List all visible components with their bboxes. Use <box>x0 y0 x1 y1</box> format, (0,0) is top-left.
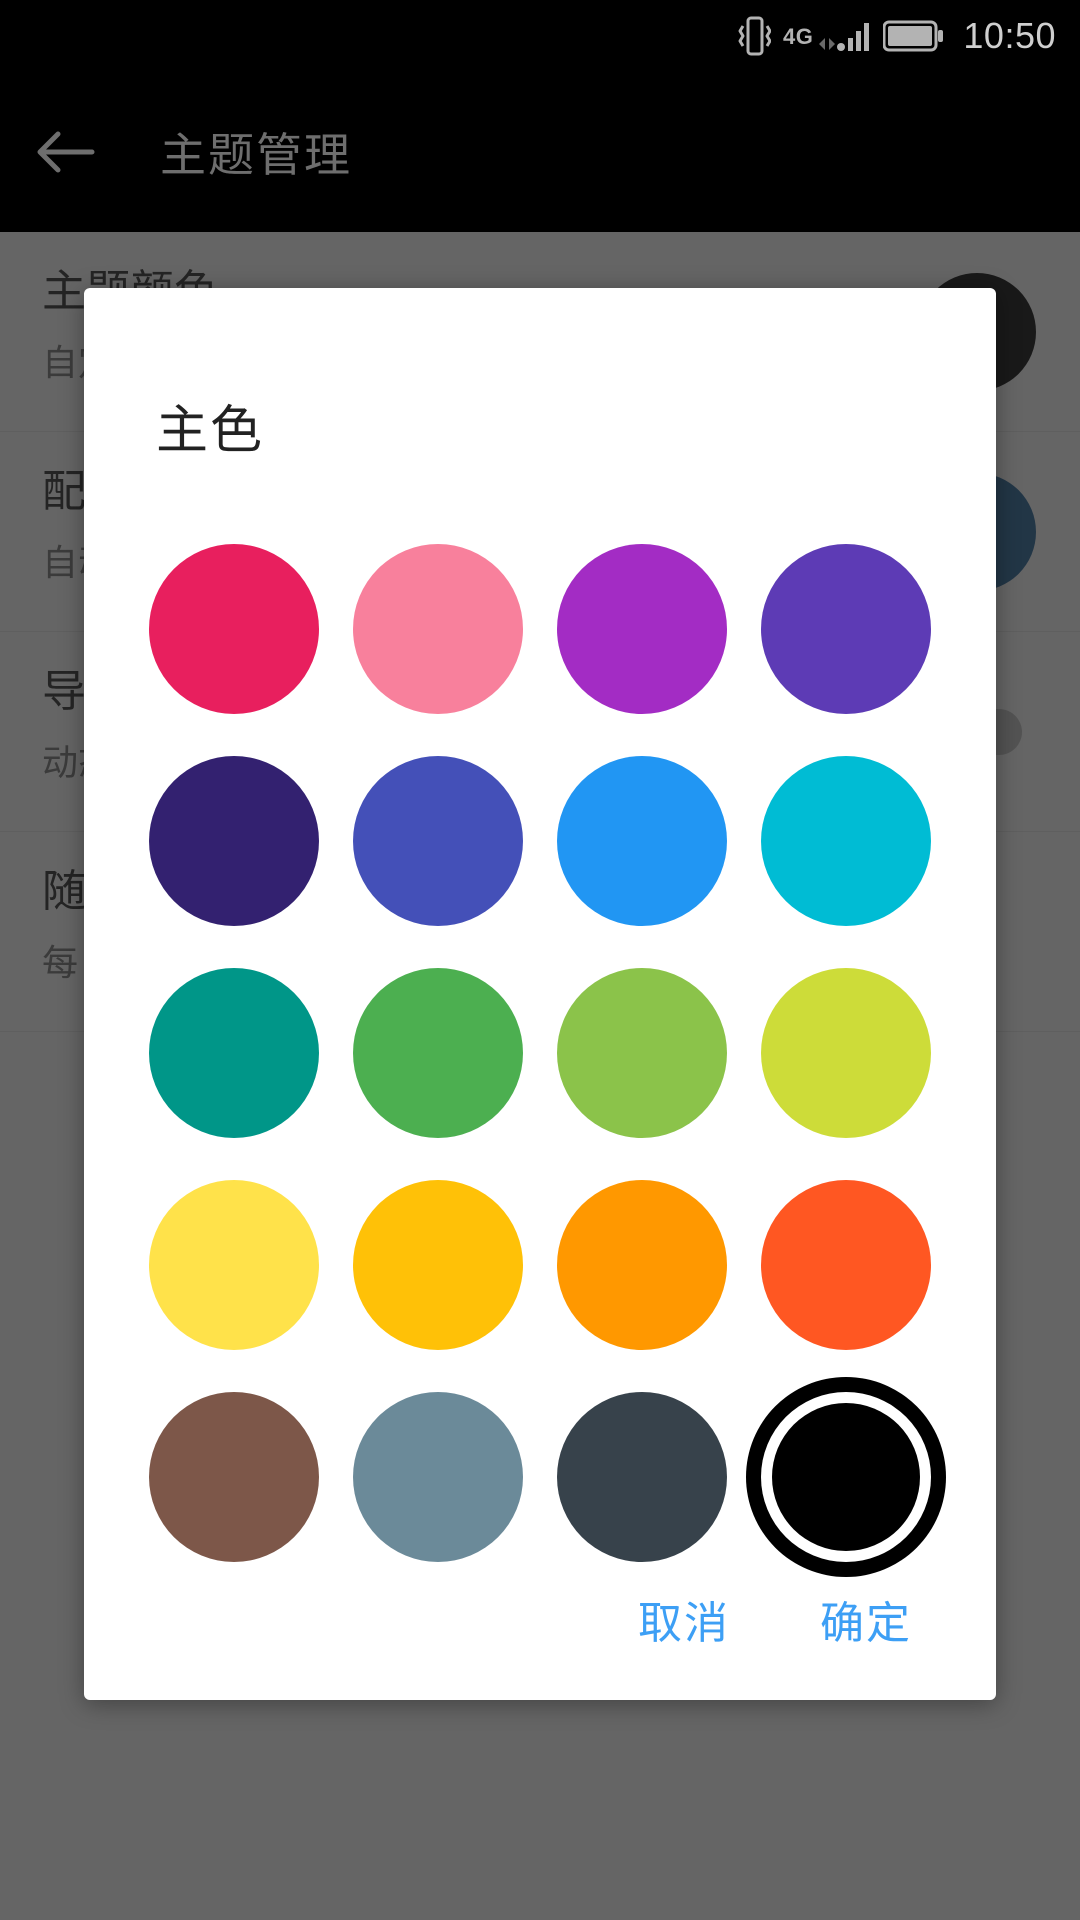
app-bar: 主题管理 <box>0 72 1080 232</box>
color-swatch-option-deep-orange[interactable] <box>748 1169 944 1361</box>
color-swatch-option-light-green[interactable] <box>544 957 740 1149</box>
color-swatch-cyan <box>761 756 931 926</box>
color-swatch-option-yellow[interactable] <box>136 1169 332 1361</box>
color-swatch-indigo <box>353 756 523 926</box>
color-swatch-lime <box>761 968 931 1138</box>
color-swatch-black <box>772 1403 920 1551</box>
color-swatch-yellow <box>149 1180 319 1350</box>
color-swatch-option-blue[interactable] <box>544 745 740 937</box>
color-swatch-option-blue-grey[interactable] <box>340 1381 536 1573</box>
color-swatch-option-amber[interactable] <box>340 1169 536 1361</box>
status-bar-clock: 10:50 <box>963 15 1056 56</box>
page-title: 主题管理 <box>160 129 352 181</box>
signal-bars-icon <box>815 14 871 58</box>
confirm-button[interactable]: 确定 <box>810 1573 922 1665</box>
color-swatch-deep-orange <box>761 1180 931 1350</box>
cancel-button[interactable]: 取消 <box>628 1573 740 1665</box>
status-bar: 4G 10:50 <box>0 0 1080 72</box>
network-status-group: 4G <box>783 14 871 58</box>
color-swatch-blue <box>557 756 727 926</box>
color-swatch-deep-purple <box>761 544 931 714</box>
color-swatch-teal <box>149 968 319 1138</box>
color-swatch-grid <box>84 533 996 1573</box>
color-swatch-purple <box>557 544 727 714</box>
color-swatch-indigo-dark <box>149 756 319 926</box>
color-swatch-option-indigo-dark[interactable] <box>136 745 332 937</box>
color-swatch-option-dark-slate[interactable] <box>544 1381 740 1573</box>
color-swatch-crimson <box>149 544 319 714</box>
color-swatch-brown <box>149 1392 319 1562</box>
color-swatch-option-teal[interactable] <box>136 957 332 1149</box>
battery-full-icon <box>883 19 945 53</box>
dialog-action-bar: 取消 确定 <box>84 1573 996 1719</box>
color-swatch-light-green <box>557 968 727 1138</box>
color-swatch-orange <box>557 1180 727 1350</box>
color-swatch-option-orange[interactable] <box>544 1169 740 1361</box>
color-swatch-option-indigo[interactable] <box>340 745 536 937</box>
vibrate-icon <box>737 14 772 58</box>
color-swatch-option-brown[interactable] <box>136 1381 332 1573</box>
color-swatch-option-pink[interactable] <box>340 533 536 725</box>
color-swatch-dark-slate <box>557 1392 727 1562</box>
color-swatch-option-lime[interactable] <box>748 957 944 1149</box>
color-swatch-amber <box>353 1180 523 1350</box>
color-swatch-blue-grey <box>353 1392 523 1562</box>
color-picker-dialog: 主色 取消 确定 <box>84 288 996 1700</box>
back-arrow-icon <box>37 131 95 173</box>
color-swatch-option-purple[interactable] <box>544 533 740 725</box>
dialog-title: 主色 <box>156 402 265 460</box>
phone-screen: 4G 10:50 主题管理 主色 取消 确定 <box>0 0 1080 1920</box>
back-button[interactable] <box>0 72 130 232</box>
color-swatch-option-crimson[interactable] <box>136 533 332 725</box>
color-swatch-option-deep-purple[interactable] <box>748 533 944 725</box>
color-swatch-pink <box>353 544 523 714</box>
network-type-label: 4G <box>783 24 814 49</box>
color-swatch-option-green[interactable] <box>340 957 536 1149</box>
color-swatch-option-cyan[interactable] <box>748 745 944 937</box>
color-swatch-option-black[interactable] <box>748 1381 944 1573</box>
color-swatch-green <box>353 968 523 1138</box>
